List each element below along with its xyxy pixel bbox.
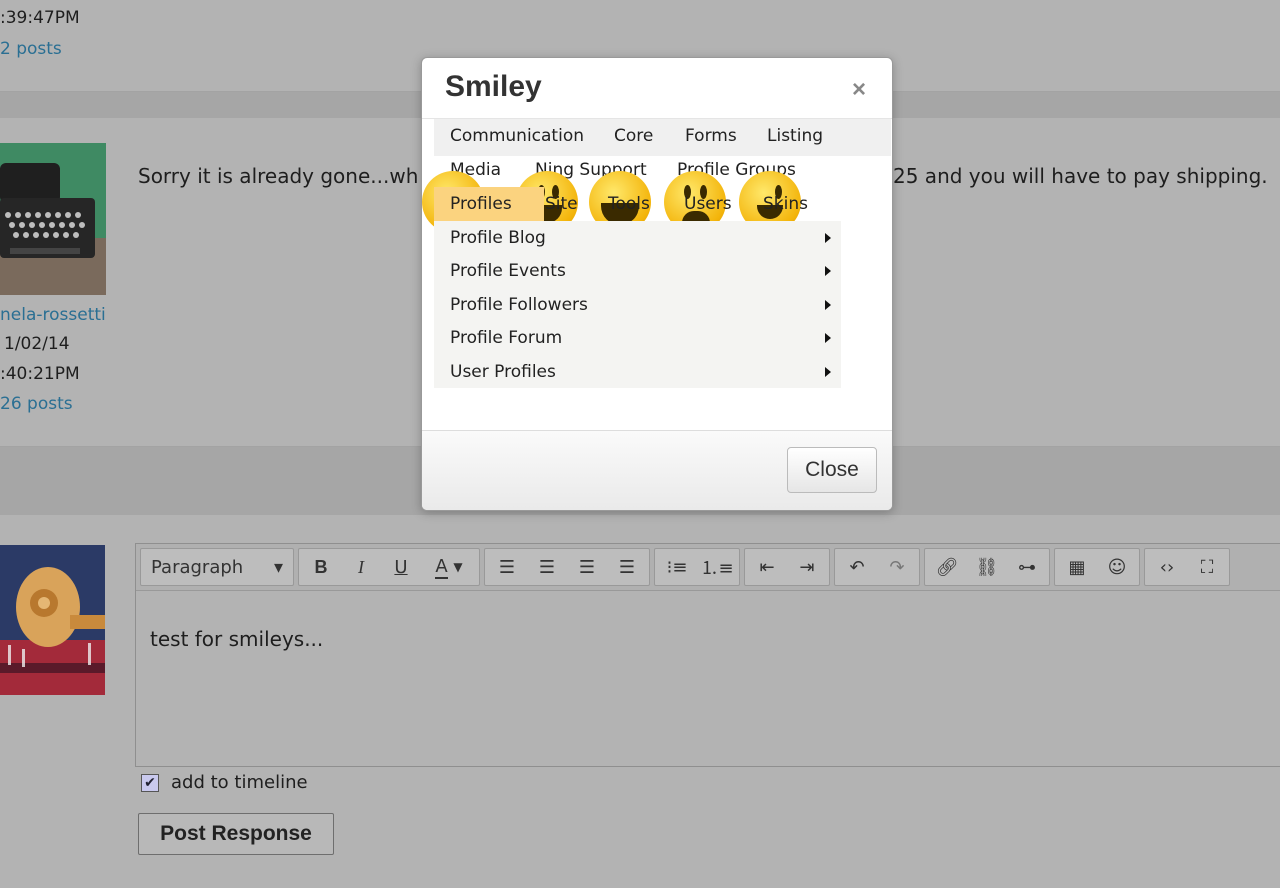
dialog-footer: Close [422, 430, 892, 510]
menu-item-site[interactable]: Site [545, 194, 578, 214]
media-icon[interactable]: ▦ [1057, 550, 1097, 584]
avatar[interactable] [0, 545, 105, 695]
menu-item-profiles[interactable]: Profiles [434, 187, 544, 222]
link-icon[interactable]: 🔗︎ [927, 550, 967, 584]
chevron-right-icon [825, 233, 831, 243]
chevron-right-icon [825, 266, 831, 276]
outdent-icon[interactable]: ⇤ [747, 550, 787, 584]
post-time: :40:21PM [0, 364, 80, 384]
smiley-dialog: Smiley × Communication Core Forms Listin… [421, 57, 893, 511]
post-date: 1/02/14 [4, 334, 70, 354]
post-message-right: 25 and you will have to pay shipping. [893, 164, 1268, 188]
submenu-item-profile-followers[interactable]: Profile Followers [450, 295, 588, 315]
format-select[interactable]: Paragraph ▾ [143, 550, 291, 584]
editor-content-area[interactable]: test for smileys... [136, 590, 1280, 766]
close-button[interactable]: Close [787, 447, 877, 493]
bold-button[interactable]: B [301, 550, 341, 584]
post-message-left: Sorry it is already gone...wh [138, 164, 419, 188]
link-group: 🔗︎ ⛓︎ ⊶ [924, 548, 1050, 586]
chevron-right-icon [825, 333, 831, 343]
source-code-icon[interactable]: ‹› [1147, 550, 1187, 584]
editor-content: test for smileys... [150, 627, 324, 651]
numbered-list-icon[interactable]: ⒈≡ [697, 550, 737, 584]
post-count-link[interactable]: 26 posts [0, 394, 73, 414]
menu-item-forms[interactable]: Forms [685, 126, 737, 146]
menu-item-tools[interactable]: Tools [608, 194, 650, 214]
align-center-icon[interactable]: ☰ [527, 550, 567, 584]
menu-item-listing[interactable]: Listing [767, 126, 823, 146]
menu-item-users[interactable]: Users [684, 194, 732, 214]
undo-icon[interactable]: ↶ [837, 550, 877, 584]
post-count-link[interactable]: 2 posts [0, 39, 62, 59]
editor-toolbar: Paragraph ▾ B I U A ▼ ☰ ☰ ☰ ☰ ⁝≡ ⒈≡ ⇤ ⇥ … [140, 548, 1230, 586]
avatar[interactable] [0, 143, 106, 295]
format-group: Paragraph ▾ [140, 548, 294, 586]
submenu-item-user-profiles[interactable]: User Profiles [450, 362, 556, 382]
fullscreen-icon[interactable]: ⛶ [1187, 550, 1227, 584]
view-group: ‹› ⛶ [1144, 548, 1230, 586]
chevron-down-icon: ▼ [453, 560, 463, 574]
format-select-value: Paragraph [151, 556, 244, 578]
insert-group: ▦ ☺ [1054, 548, 1140, 586]
menu-item-skins[interactable]: Skins [763, 194, 808, 214]
chevron-right-icon [825, 300, 831, 310]
unlink-icon[interactable]: ⛓︎ [967, 550, 1007, 584]
bullet-list-icon[interactable]: ⁝≡ [657, 550, 697, 584]
post-response-button[interactable]: Post Response [138, 813, 334, 855]
underline-button[interactable]: U [381, 550, 421, 584]
dialog-title: Smiley [445, 70, 542, 103]
text-color-icon: A [435, 555, 448, 579]
menu-item-core[interactable]: Core [614, 126, 653, 146]
style-group: B I U A ▼ [298, 548, 480, 586]
chevron-right-icon [825, 367, 831, 377]
menu-item-communication[interactable]: Communication [450, 126, 584, 146]
align-left-icon[interactable]: ☰ [487, 550, 527, 584]
profiles-submenu: Profile Blog Profile Events Profile Foll… [434, 221, 841, 388]
timeline-label: add to timeline [171, 772, 308, 793]
italic-button[interactable]: I [341, 550, 381, 584]
list-group: ⁝≡ ⒈≡ [654, 548, 740, 586]
indent-group: ⇤ ⇥ [744, 548, 830, 586]
redo-icon[interactable]: ↷ [877, 550, 917, 584]
indent-icon[interactable]: ⇥ [787, 550, 827, 584]
close-icon[interactable]: × [852, 76, 866, 104]
history-group: ↶ ↷ [834, 548, 920, 586]
chevron-down-icon: ▾ [273, 556, 283, 578]
rich-text-editor: Paragraph ▾ B I U A ▼ ☰ ☰ ☰ ☰ ⁝≡ ⒈≡ ⇤ ⇥ … [135, 543, 1280, 767]
post-time: :39:47PM [0, 8, 80, 28]
submenu-item-profile-events[interactable]: Profile Events [450, 261, 566, 281]
check-icon: ✔ [144, 774, 156, 791]
align-justify-icon[interactable]: ☰ [607, 550, 647, 584]
timeline-checkbox[interactable]: ✔ [141, 773, 159, 792]
smiley-icon[interactable]: ☺ [1097, 550, 1137, 584]
text-color-button[interactable]: A ▼ [421, 550, 477, 584]
timeline-option: ✔ add to timeline [141, 772, 308, 793]
submenu-item-profile-forum[interactable]: Profile Forum [450, 328, 562, 348]
page-break-icon[interactable]: ⊶ [1007, 550, 1047, 584]
align-group: ☰ ☰ ☰ ☰ [484, 548, 650, 586]
username-link[interactable]: nela-rossetti [0, 305, 106, 325]
align-right-icon[interactable]: ☰ [567, 550, 607, 584]
submenu-item-profile-blog[interactable]: Profile Blog [450, 228, 546, 248]
